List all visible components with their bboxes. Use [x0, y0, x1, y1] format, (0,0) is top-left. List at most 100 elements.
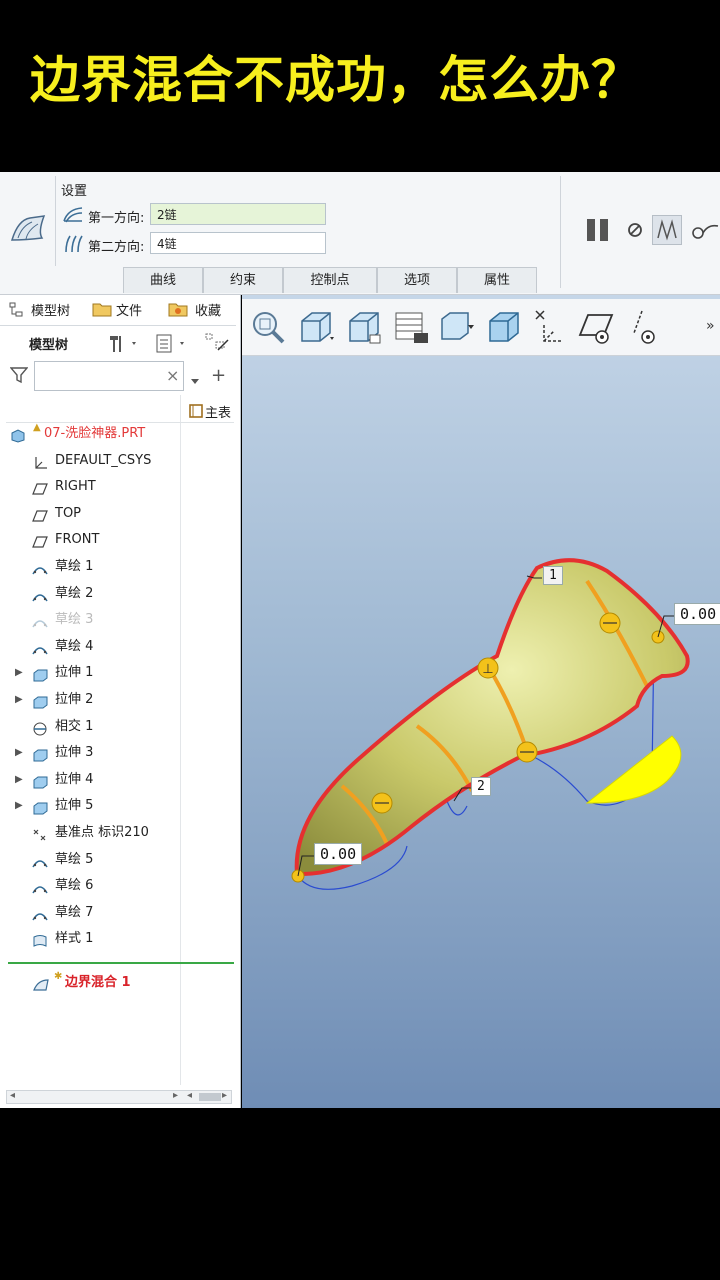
- tree-filter-input[interactable]: [34, 361, 184, 391]
- tree-item-label: 07-洗脸神器.PRT: [44, 426, 146, 441]
- display-style-icon[interactable]: [484, 307, 524, 347]
- scroll-left-icon-2[interactable]: ◂: [187, 1090, 192, 1101]
- scroll-right-icon[interactable]: ▸: [173, 1090, 178, 1101]
- blended-surface: [296, 560, 688, 875]
- tree-item[interactable]: 草绘 1: [0, 554, 236, 580]
- zoom-out-icon[interactable]: [344, 307, 384, 347]
- first-direction-icon: [62, 205, 84, 225]
- first-direction-field[interactable]: 2链: [150, 203, 326, 225]
- tree-item[interactable]: 草绘 6: [0, 873, 236, 899]
- dimension-top-right[interactable]: 0.00: [674, 603, 720, 625]
- tree-item-label: 拉伸 4: [55, 771, 94, 787]
- tree-item[interactable]: ▶ 拉伸 1: [0, 660, 236, 686]
- tree-item-label: 草绘 2: [55, 585, 94, 601]
- verify-glasses-icon[interactable]: [690, 220, 720, 242]
- tree-item[interactable]: 样式 1: [0, 926, 236, 952]
- tree-item[interactable]: 草绘 7: [0, 900, 236, 926]
- clear-filter-icon[interactable]: ×: [166, 366, 179, 385]
- toolbar-overflow-icon[interactable]: »: [706, 318, 715, 334]
- expand-arrow-icon[interactable]: ▶: [15, 793, 23, 819]
- dimension-bottom-left[interactable]: 0.00: [314, 843, 363, 865]
- pause-icon[interactable]: [584, 216, 612, 244]
- panel-tab-favorites[interactable]: 收藏: [195, 300, 221, 319]
- panel-tab-model-tree[interactable]: 模型树: [31, 300, 70, 319]
- show-list-icon[interactable]: [154, 332, 188, 354]
- active-feature-label: 边界混合 1: [65, 975, 131, 990]
- view-manager-icon[interactable]: [438, 307, 478, 347]
- sketch-icon: [32, 613, 48, 628]
- tree-item-label: DEFAULT_CSYS: [55, 452, 152, 468]
- tree-item-label: 拉伸 2: [55, 692, 94, 707]
- expand-arrow-icon[interactable]: ▶: [15, 660, 23, 686]
- zoom-in-icon[interactable]: [296, 307, 336, 347]
- bottom-banner: [0, 1108, 720, 1280]
- panel-tab-files[interactable]: 文件: [116, 300, 142, 319]
- tree-item[interactable]: RIGHT: [0, 474, 236, 500]
- tree-item[interactable]: 草绘 2: [0, 581, 236, 607]
- scroll-left-icon[interactable]: ◂: [10, 1090, 15, 1101]
- tab-options[interactable]: 选项: [377, 267, 457, 293]
- tab-control-points[interactable]: 控制点: [283, 267, 377, 293]
- tree-item[interactable]: TOP: [0, 501, 236, 527]
- sketch-icon: [32, 853, 48, 867]
- tree-item[interactable]: 草绘 3: [0, 607, 236, 633]
- tree-item[interactable]: 相交 1: [0, 714, 236, 740]
- tree-item[interactable]: 草绘 5: [0, 847, 236, 873]
- add-filter-icon[interactable]: +: [211, 365, 226, 386]
- tree-item[interactable]: FRONT: [0, 527, 236, 553]
- tree-item[interactable]: ▶ 拉伸 5: [0, 793, 236, 819]
- model-canvas[interactable]: ⊥: [242, 356, 720, 1108]
- axis-display-icon[interactable]: [626, 307, 666, 347]
- tab-curves[interactable]: 曲线: [123, 267, 203, 293]
- insert-here-marker: [8, 962, 234, 964]
- sketch-icon: [32, 587, 48, 601]
- extrude-icon: [32, 666, 48, 682]
- tree-heading: 模型树: [29, 338, 69, 353]
- second-direction-icon: [62, 234, 84, 254]
- tree-filter-toggle-icon[interactable]: [204, 332, 230, 354]
- dimension-mid[interactable]: 2: [471, 777, 491, 796]
- tree-item[interactable]: DEFAULT_CSYS: [0, 448, 236, 474]
- expand-arrow-icon[interactable]: ▶: [15, 767, 23, 793]
- scroll-thumb[interactable]: [199, 1093, 221, 1101]
- filter-dropdown-icon[interactable]: [190, 370, 200, 384]
- active-feature-row[interactable]: ✱ 边界混合 1: [0, 970, 236, 996]
- tree-item-label: 拉伸 1: [55, 665, 94, 681]
- dimension-top[interactable]: 1: [543, 566, 563, 585]
- ribbon-separator-right: [560, 176, 561, 288]
- tree-item-label: 相交 1: [55, 718, 94, 734]
- tree-item[interactable]: ▲ 07-洗脸神器.PRT: [0, 421, 236, 447]
- settings-tools-icon[interactable]: [106, 332, 140, 354]
- warning-marker-icon: ▲: [33, 422, 41, 433]
- main-table-icon: [189, 403, 203, 418]
- saved-views-icon[interactable]: [392, 307, 432, 347]
- tree-item[interactable]: 基准点 标识210: [0, 820, 236, 846]
- boundary-blend-icon[interactable]: [8, 210, 48, 250]
- expand-arrow-icon[interactable]: ▶: [15, 740, 23, 766]
- tab-properties[interactable]: 属性: [457, 267, 537, 293]
- tree-item-label: RIGHT: [55, 479, 96, 495]
- first-direction-label: 第一方向:: [88, 211, 145, 226]
- scroll-right-icon-2[interactable]: ▸: [222, 1090, 227, 1101]
- second-direction-field[interactable]: 4链: [150, 232, 326, 254]
- tab-constraints[interactable]: 约束: [203, 267, 283, 293]
- part-icon: [10, 427, 26, 443]
- tree-item[interactable]: 草绘 4: [0, 634, 236, 660]
- tree-item-label: 草绘 1: [55, 559, 94, 574]
- tree-item-label: TOP: [55, 505, 82, 521]
- tree-item[interactable]: ▶ 拉伸 3: [0, 740, 236, 766]
- tree-item-label: 拉伸 3: [55, 745, 94, 761]
- plane-display-icon[interactable]: [578, 307, 618, 347]
- tree-horizontal-scrollbar[interactable]: ◂ ▸ ◂ ▸: [6, 1090, 232, 1104]
- datum-display-icon[interactable]: [530, 307, 570, 347]
- tree-item[interactable]: ▶ 拉伸 4: [0, 767, 236, 793]
- panel-tab-divider: [0, 325, 236, 326]
- refit-zoom-icon[interactable]: [248, 307, 288, 347]
- no-preview-icon[interactable]: [627, 222, 643, 238]
- tree-item-label: 基准点 标识210: [55, 825, 149, 840]
- main-table-link[interactable]: 主表: [205, 402, 231, 421]
- expand-arrow-icon[interactable]: ▶: [15, 687, 23, 713]
- tree-item[interactable]: ▶ 拉伸 2: [0, 687, 236, 713]
- preview-icon[interactable]: [652, 215, 682, 245]
- filter-icon: [9, 366, 29, 384]
